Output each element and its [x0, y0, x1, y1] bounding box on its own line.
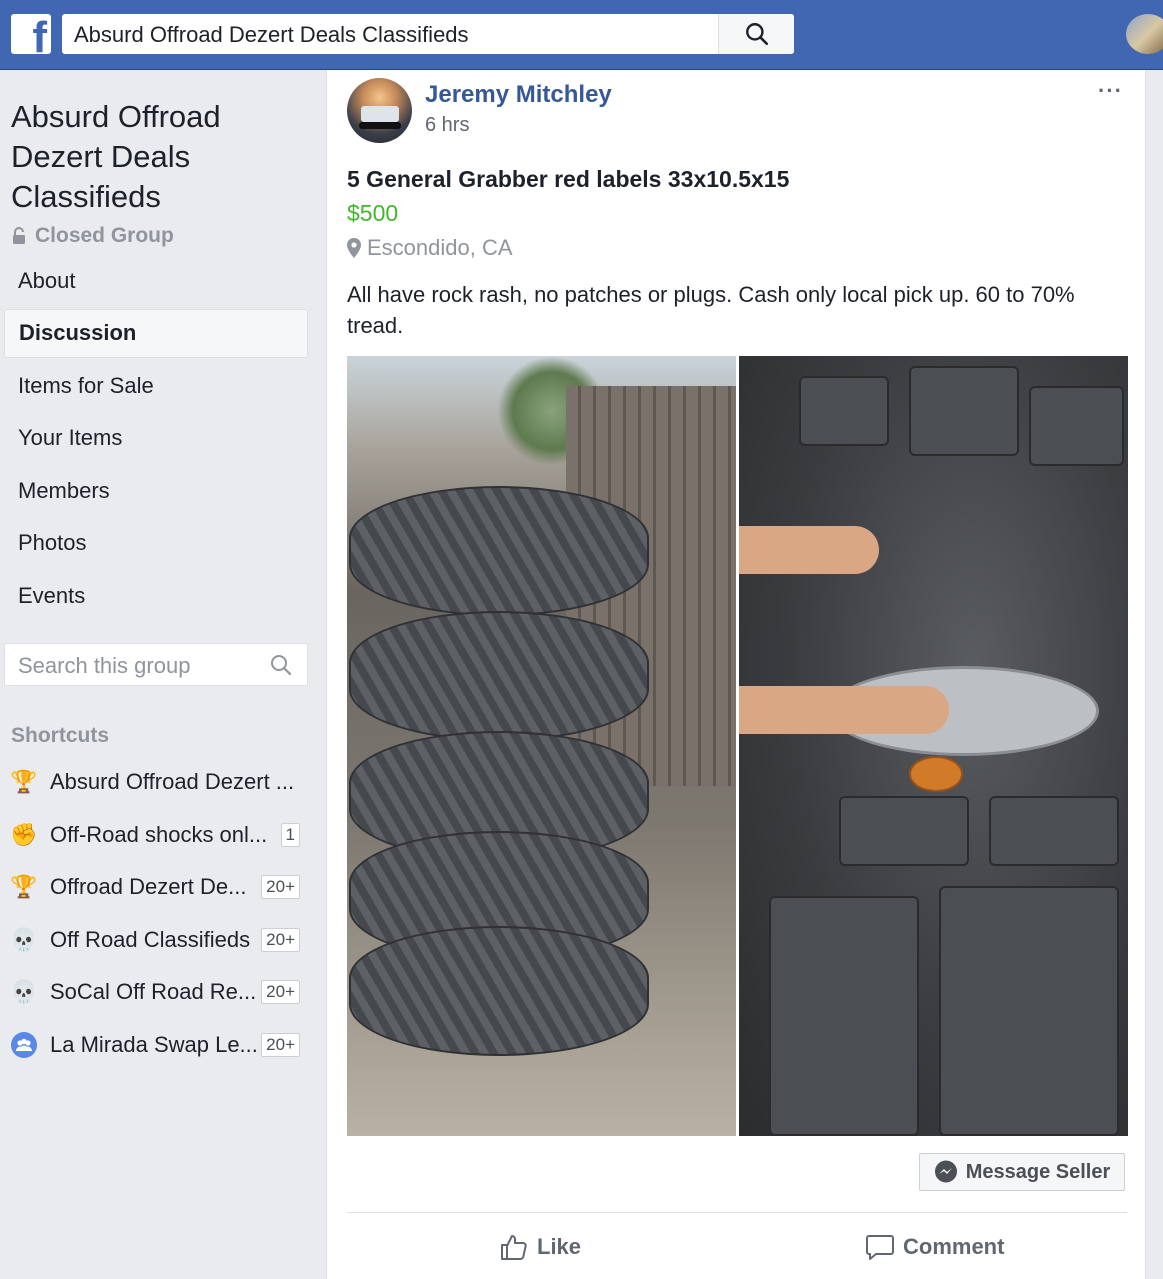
shortcut-item[interactable]: 🏆 Absurd Offroad Dezert ...	[0, 756, 326, 809]
trophy-icon: 🏆	[10, 874, 38, 900]
shortcut-item[interactable]: 💀 SoCal Off Road Re... 20+	[0, 966, 326, 1019]
nav-items-for-sale[interactable]: Items for Sale	[4, 361, 308, 410]
item-price: $500	[347, 200, 399, 226]
post-timestamp[interactable]: 6 hrs	[425, 114, 469, 137]
divider	[347, 1212, 1127, 1213]
count-badge: 20+	[261, 875, 300, 900]
count-badge: 20+	[261, 927, 300, 952]
count-badge: 20+	[261, 1032, 300, 1057]
item-title: 5 General Grabber red labels 33x10.5x15	[347, 166, 790, 192]
search-input[interactable]: Absurd Offroad Dezert Deals Classifieds	[74, 22, 469, 48]
fist-icon: ✊	[10, 821, 38, 847]
count-badge: 20+	[261, 980, 300, 1005]
search-icon[interactable]	[269, 653, 293, 677]
shortcut-label: SoCal Off Road Re...	[50, 979, 257, 1005]
nav-photos[interactable]: Photos	[4, 519, 308, 568]
user-avatar[interactable]	[1126, 14, 1163, 54]
trophy-icon: 🏆	[10, 769, 38, 795]
skull-icon: 💀	[10, 926, 38, 952]
shortcut-label: Off Road Classifieds	[50, 926, 251, 952]
global-search[interactable]: Absurd Offroad Dezert Deals Classifieds	[62, 14, 794, 54]
top-navigation-bar: f Absurd Offroad Dezert Deals Classified…	[0, 0, 1163, 70]
shortcut-item[interactable]: ✊ Off-Road shocks onl... 1	[0, 809, 326, 862]
shortcut-label: La Mirada Swap Le...	[50, 1031, 258, 1057]
messenger-icon	[934, 1160, 957, 1183]
message-seller-label: Message Seller	[965, 1160, 1111, 1183]
shortcut-item[interactable]: La Mirada Swap Le... 20+	[0, 1019, 326, 1072]
nav-about[interactable]: About	[4, 256, 308, 305]
skull-icon: 💀	[10, 979, 38, 1005]
item-location: Escondido, CA	[347, 235, 513, 261]
comment-icon	[866, 1235, 894, 1260]
location-pin-icon	[347, 238, 361, 258]
nav-discussion[interactable]: Discussion	[4, 308, 308, 358]
message-seller-button[interactable]: Message Seller	[919, 1153, 1125, 1191]
author-name[interactable]: Jeremy Mitchley	[425, 81, 612, 109]
search-button[interactable]	[718, 14, 794, 54]
like-label: Like	[537, 1234, 582, 1259]
facebook-logo[interactable]: f	[11, 14, 51, 54]
group-privacy: Closed Group	[11, 224, 174, 248]
count-badge: 1	[280, 822, 300, 847]
privacy-label: Closed Group	[35, 224, 174, 247]
group-nav: About Discussion Items for Sale Your Ite…	[4, 256, 308, 624]
author-avatar[interactable]	[347, 78, 412, 143]
nav-members[interactable]: Members	[4, 466, 308, 515]
group-icon	[11, 1031, 37, 1058]
more-options-icon[interactable]: ···	[1098, 78, 1123, 104]
like-button[interactable]: Like	[499, 1228, 581, 1266]
group-search-placeholder: Search this group	[18, 653, 191, 678]
nav-your-items[interactable]: Your Items	[4, 414, 308, 463]
post-description: All have rock rash, no patches or plugs.…	[347, 282, 1075, 338]
comment-label: Comment	[903, 1234, 1005, 1259]
tread-depth-photo[interactable]	[739, 356, 1128, 1136]
lock-icon	[13, 227, 25, 244]
search-icon	[745, 23, 768, 46]
group-sidebar: Absurd Offroad Dezert Deals Classifieds …	[0, 70, 326, 1279]
shortcuts-heading: Shortcuts	[11, 724, 110, 747]
shortcut-label: Absurd Offroad Dezert ...	[50, 769, 295, 795]
shortcuts-list: 🏆 Absurd Offroad Dezert ... ✊ Off-Road s…	[0, 756, 326, 1071]
location-label: Escondido, CA	[367, 235, 513, 260]
sale-post: Jeremy Mitchley 6 hrs ··· 5 General Grab…	[326, 70, 1146, 1279]
tire-stack-photo[interactable]	[347, 356, 736, 1136]
shortcut-label: Off-Road shocks onl...	[50, 821, 268, 847]
group-search-input[interactable]: Search this group	[4, 643, 308, 686]
nav-events[interactable]: Events	[4, 571, 308, 620]
shortcut-label: Offroad Dezert De...	[50, 874, 247, 900]
comment-button[interactable]: Comment	[865, 1228, 1004, 1266]
shortcut-item[interactable]: 🏆 Offroad Dezert De... 20+	[0, 861, 326, 914]
thumbs-up-icon	[501, 1235, 527, 1260]
shortcut-item[interactable]: 💀 Off Road Classifieds 20+	[0, 914, 326, 967]
group-name[interactable]: Absurd Offroad Dezert Deals Classifieds	[11, 97, 311, 217]
